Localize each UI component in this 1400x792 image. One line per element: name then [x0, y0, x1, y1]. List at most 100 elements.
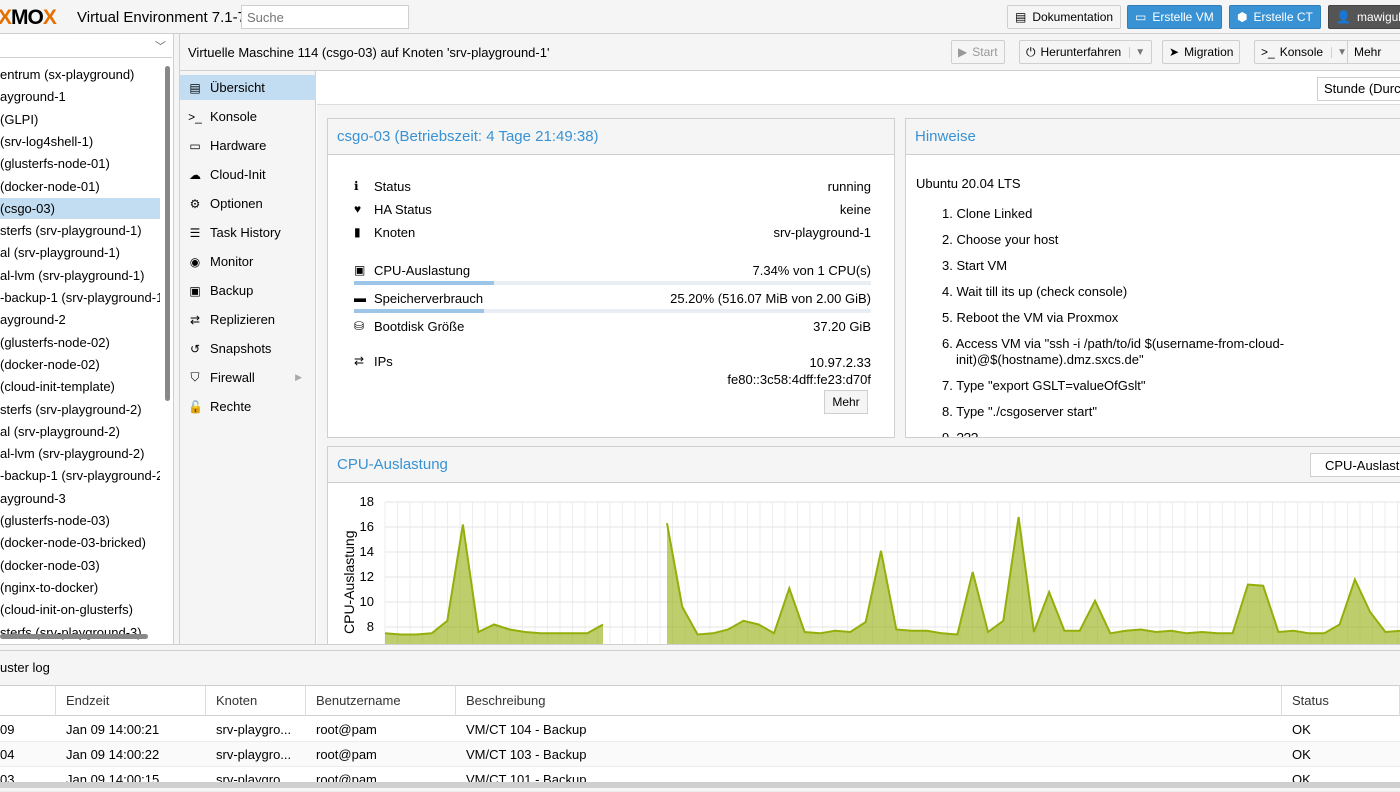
tree-item[interactable]: sterfs (srv-playground-2) [0, 399, 160, 420]
terminal-icon: >_ [1261, 45, 1275, 59]
cpu-icon: ▣ [354, 263, 366, 277]
menu-item-backup[interactable]: ▣ Backup [180, 278, 316, 303]
column-header[interactable]: Benutzername [306, 686, 456, 716]
tree-item[interactable]: (csgo-03) [0, 197, 160, 219]
shutdown-button[interactable]: ⏻ Herunterfahren ▼ [1019, 40, 1153, 64]
floppy-icon: ▣ [189, 283, 201, 298]
tree-item[interactable]: (srv-log4shell-1) [0, 131, 160, 152]
tree-item[interactable]: sterfs (srv-playground-1) [0, 220, 160, 241]
server-icon: ▮ [354, 225, 361, 239]
tree-item[interactable]: (docker-node-01) [0, 176, 160, 197]
tree-item[interactable]: (glusterfs-node-02) [0, 332, 160, 353]
menu-item-cloud-init[interactable]: ☁ Cloud-Init [180, 162, 316, 187]
column-header[interactable]: Knoten [206, 686, 306, 716]
menu-item-firewall[interactable]: ⛉ Firewall ▶ [180, 365, 316, 390]
table-row[interactable]: 03 Jan 09 14:00:15 srv-playgro... root@pam V… [0, 767, 1400, 792]
menu-item-label: Optionen [210, 196, 263, 211]
memory-usage-fill [354, 309, 485, 313]
notes-panel: Hinweise Ubuntu 20.04 LTS 1. Clone Linke… [905, 118, 1400, 438]
menu-item-rechte[interactable]: 🔓 Rechte [180, 394, 316, 419]
status-panel-title: csgo-03 (Betriebszeit: 4 Tage 21:49:38) [328, 119, 894, 155]
cloud-icon: ☁ [189, 167, 201, 182]
cpu-usage-fill [354, 281, 495, 285]
start-button[interactable]: ▶ Start [951, 40, 1005, 64]
tree-horizontal-scrollbar[interactable] [0, 634, 148, 639]
console-button[interactable]: >_ Konsole ▼ [1254, 40, 1354, 64]
tree-item[interactable]: ayground-1 [0, 86, 160, 107]
notes-step: 6. Access VM via "ssh -i /path/to/id $(u… [942, 336, 1285, 351]
tree-item[interactable]: (cloud-init-template) [0, 376, 160, 397]
menu-item-hardware[interactable]: ▭ Hardware [180, 133, 316, 158]
tree-item[interactable]: -backup-1 (srv-playground-1) [0, 287, 160, 308]
tree-item[interactable]: al-lvm (srv-playground-1) [0, 265, 160, 286]
column-header[interactable] [0, 686, 56, 716]
tree-item[interactable]: (docker-node-02) [0, 354, 160, 375]
menu-item-label: Monitor [210, 254, 254, 269]
user-icon: 👤 [1336, 10, 1351, 24]
tree-item[interactable]: (GLPI) [0, 109, 160, 130]
user-menu-button[interactable]: 👤 mawiguk [1328, 5, 1400, 29]
create-vm-button[interactable]: ▭ Erstelle VM [1127, 5, 1222, 29]
y-tick-label: 18 [360, 494, 374, 509]
summary-content: Stunde (Durchschnitt) csgo-03 (Betriebsz… [317, 71, 1400, 656]
tree-item[interactable]: (nginx-to-docker) [0, 577, 160, 598]
y-tick-label: 8 [367, 619, 374, 634]
tree-item[interactable]: al-lvm (srv-playground-2) [0, 443, 160, 464]
tree-item[interactable]: (glusterfs-node-01) [0, 153, 160, 174]
menu-item--bersicht[interactable]: ▤ Übersicht [180, 75, 316, 100]
cpu-chart[interactable]: 181614121086CPU-Auslastung [328, 484, 1400, 656]
more-ips-button[interactable]: Mehr [824, 390, 868, 414]
memory-row: ▬ Speicherverbrauch 25.20% (516.07 MiB von… [354, 290, 871, 306]
tree-item[interactable]: al (srv-playground-1) [0, 242, 160, 263]
hdd-icon: ⛁ [354, 319, 365, 333]
proxmox-logo[interactable]: XMOX [0, 6, 57, 30]
column-header[interactable]: Beschreibung [456, 686, 1282, 716]
power-icon: ⏻ [1026, 44, 1036, 59]
table-cell: root@pam [316, 747, 377, 762]
submenu-arrow-icon: ▶ [295, 372, 302, 382]
notes-step: 8. Type "./csgoserver start" [942, 404, 1097, 419]
column-header[interactable]: Status [1282, 686, 1400, 716]
bottom-edge [0, 782, 1400, 788]
timeframe-select[interactable]: Stunde (Durchschnitt) [1317, 77, 1400, 101]
menu-item-konsole[interactable]: >_ Konsole [180, 104, 316, 129]
cluster-log-title: uster log [0, 651, 1400, 686]
tree-item[interactable]: ayground-2 [0, 309, 160, 330]
chevron-down-icon: ▼ [1331, 46, 1347, 58]
ha-status-row: ♥ HA Status keine [354, 201, 871, 217]
tree-item[interactable]: -backup-1 (srv-playground-2) [0, 465, 160, 486]
table-cell: root@pam [316, 772, 377, 787]
tree-item[interactable]: al (srv-playground-2) [0, 421, 160, 442]
tree-item[interactable]: (cloud-init-on-glusterfs) [0, 599, 160, 620]
cpu-line-series [384, 524, 604, 636]
tree-item[interactable]: sterfs (srv-playground-3) [0, 622, 160, 643]
menu-item-snapshots[interactable]: ↺ Snapshots [180, 336, 316, 361]
tree-item[interactable]: (docker-node-03) [0, 555, 160, 576]
table-row[interactable]: 04 Jan 09 14:00:22 srv-playgro... root@pam V… [0, 742, 1400, 767]
search-input[interactable] [241, 5, 409, 29]
menu-item-optionen[interactable]: ⚙ Optionen [180, 191, 316, 216]
more-button[interactable]: Mehr [1347, 40, 1400, 64]
menu-item-label: Firewall [210, 370, 255, 385]
tree-item[interactable]: (docker-node-03-bricked) [0, 532, 160, 553]
view-selector[interactable]: ﹀ [0, 34, 172, 58]
menu-item-label: Übersicht [210, 80, 265, 95]
create-ct-button[interactable]: ⬢ Erstelle CT [1229, 5, 1321, 29]
documentation-button[interactable]: ▤ Dokumentation [1007, 5, 1122, 29]
tree-item[interactable]: entrum (sx-playground) [0, 64, 160, 85]
table-cell: 09 [0, 722, 15, 737]
chart-legend[interactable]: CPU-Auslastung [1310, 453, 1400, 477]
tree-vertical-scrollbar[interactable] [165, 66, 170, 401]
retweet-icon: ⇄ [189, 312, 201, 327]
ips-row: ⇄ IPs 10.97.2.33 fe80::3c58:4dff:fe23:d70f [354, 354, 871, 387]
menu-item-monitor[interactable]: ◉ Monitor [180, 249, 316, 274]
tree-item[interactable]: (glusterfs-node-03) [0, 510, 160, 531]
tree-item[interactable]: ayground-3 [0, 488, 160, 509]
column-header[interactable]: Endzeit [56, 686, 206, 716]
menu-item-task-history[interactable]: ☰ Task History [180, 220, 316, 245]
table-cell: srv-playgro... [216, 722, 292, 737]
migrate-button[interactable]: ➤ Migration [1162, 40, 1241, 64]
table-row[interactable]: 09 Jan 09 14:00:21 srv-playgro... root@pam V… [0, 717, 1400, 742]
menu-item-replizieren[interactable]: ⇄ Replizieren [180, 307, 316, 332]
menu-item-label: Replizieren [210, 312, 276, 327]
